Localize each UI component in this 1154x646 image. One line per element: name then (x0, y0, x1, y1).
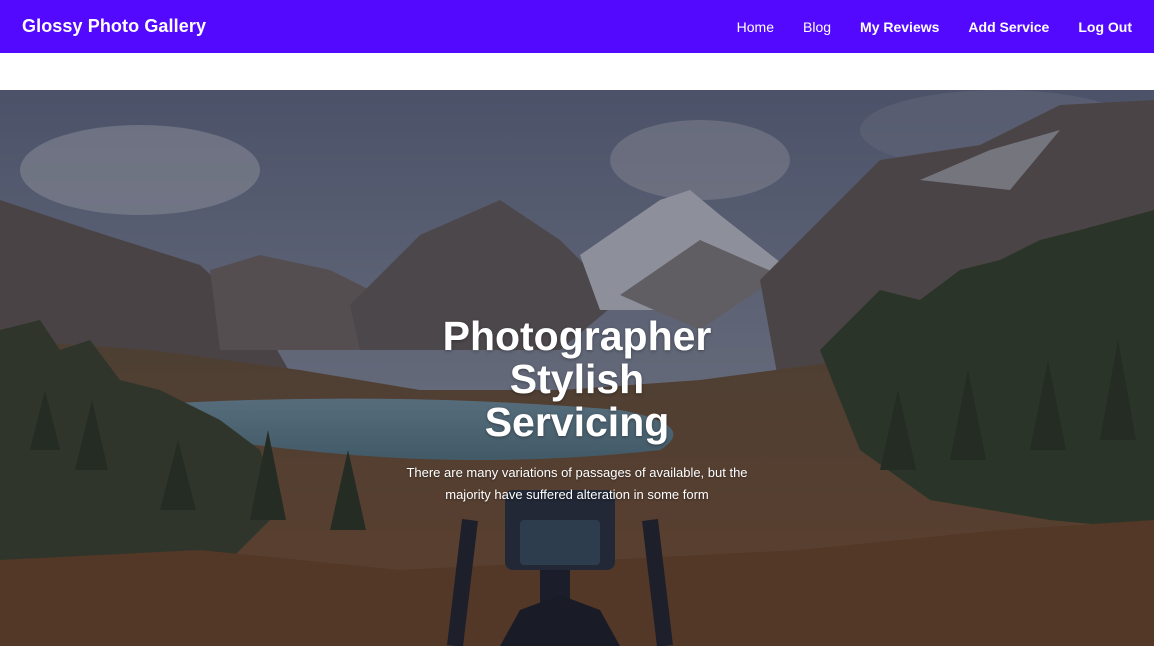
top-navbar: Glossy Photo Gallery Home Blog My Review… (0, 0, 1154, 53)
header-spacer (0, 53, 1154, 90)
hero-subtitle: There are many variations of passages of… (406, 465, 748, 502)
nav-link-my-reviews[interactable]: My Reviews (860, 19, 939, 35)
hero-title: Photographer Stylish Servicing (442, 313, 712, 445)
nav-link-log-out[interactable]: Log Out (1078, 19, 1132, 35)
hero-content: Photographer Stylish Servicing There are… (0, 315, 1154, 506)
brand-logo[interactable]: Glossy Photo Gallery (22, 16, 206, 37)
nav-link-home[interactable]: Home (737, 19, 774, 35)
nav-link-blog[interactable]: Blog (803, 19, 831, 35)
nav-links: Home Blog My Reviews Add Service Log Out (708, 19, 1132, 35)
hero-banner: Photographer Stylish Servicing There are… (0, 90, 1154, 646)
nav-link-add-service[interactable]: Add Service (968, 19, 1049, 35)
